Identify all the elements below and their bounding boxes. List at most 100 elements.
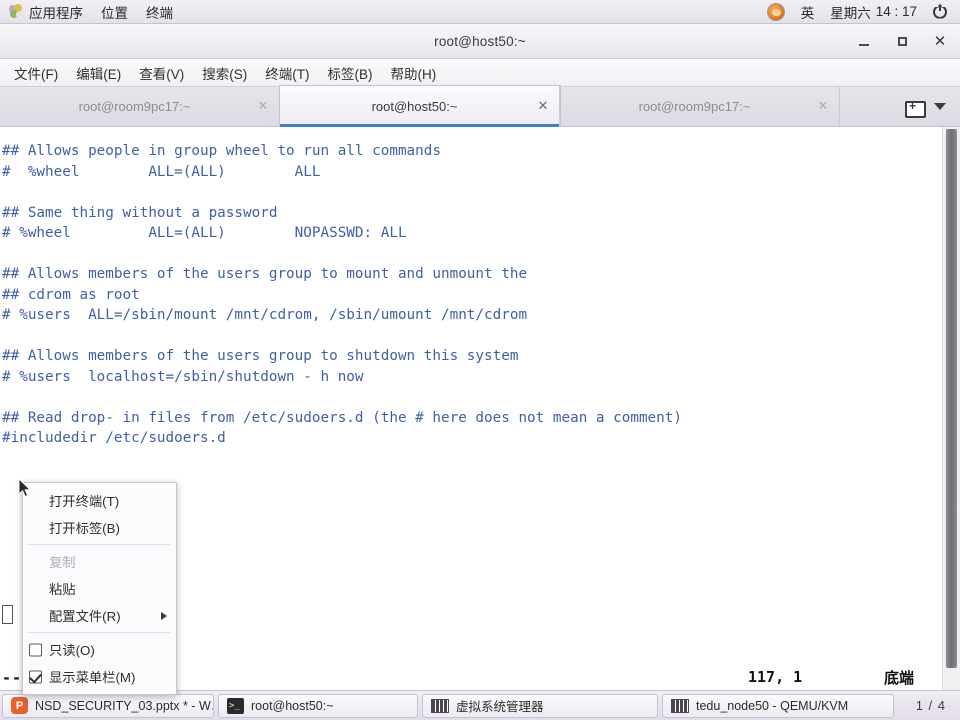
maximize-button[interactable] [888,29,916,53]
context-menu-item-profiles[interactable]: 配置文件(R) [23,602,176,629]
checkbox-checked-icon[interactable] [29,670,42,683]
context-menu-item-open-terminal[interactable]: 打开终端(T) [23,487,176,514]
vm-manager-icon [431,698,449,713]
menu-help-label: 帮助(H) [390,66,437,82]
menu-search-label: 搜索(S) [202,66,248,82]
context-menu-item-label: 只读(O) [49,643,95,658]
tab-bar: root@room9pc17:~ ✕ root@host50:~ ✕ root@… [0,86,960,127]
menu-file-label: 文件(F) [14,66,59,82]
menu-edit-label: 编辑(E) [76,66,122,82]
taskbar-item-label: 虚拟系统管理器 [456,700,544,714]
terminal-context-menu: 打开终端(T) 打开标签(B) 复制 粘贴 配置文件(R) 只读(O) 显示菜单… [22,482,177,695]
powerpoint-icon: P [11,697,28,714]
clock[interactable]: 星期六 14 : 17 [823,0,924,23]
menu-help[interactable]: 帮助(H) [383,60,445,86]
context-menu-item-open-tab[interactable]: 打开标签(B) [23,514,176,541]
terminal-line: # %users localhost=/sbin/shutdown - h no… [2,368,364,385]
tab-label: root@room9pc17:~ [78,98,191,114]
context-menu-item-label: 配置文件(R) [49,609,121,624]
firefox-icon [766,2,785,21]
taskbar-item-label: tedu_node50 - QEMU/KVM [696,698,849,713]
menu-terminal[interactable]: 终端(T) [257,60,317,86]
terminal-line: ## Same thing without a password [2,204,278,221]
context-menu-item-label: 打开终端(T) [49,494,120,509]
mouse-cursor-icon [19,479,32,497]
terminal-menu-label: 终端 [146,5,173,21]
clock-time: 14 : 17 [875,4,917,19]
terminal-line: ## Allows members of the users group to … [2,348,519,364]
vim-scroll-state: 底端 [884,668,915,687]
taskbar-item-vm-manager[interactable]: 虚拟系统管理器 [422,693,658,718]
menu-tabs-label: 标签(B) [327,66,373,82]
input-method-indicator[interactable]: 英 [794,0,822,23]
context-menu-item-read-only[interactable]: 只读(O) [23,636,176,663]
context-menu-item-label: 粘贴 [49,582,76,597]
minimize-button[interactable] [850,29,878,53]
terminal-line: # %users ALL=/sbin/mount /mnt/cdrom, /sb… [2,307,528,323]
chevron-down-icon[interactable] [934,102,946,110]
tab-close-icon[interactable]: ✕ [531,98,555,114]
menu-view-label: 查看(V) [139,66,185,82]
window-titlebar[interactable]: root@host50:~ ✕ [0,24,960,59]
vm-manager-icon [671,698,689,713]
maximize-icon [897,36,907,46]
context-menu-item-show-menubar[interactable]: 显示菜单栏(M) [23,663,176,690]
terminal-menu[interactable]: 终端 [137,0,182,23]
close-button[interactable]: ✕ [926,29,954,53]
terminal-line: ## Read drop- in files from /etc/sudoers… [2,409,682,426]
taskbar-item-powerpoint[interactable]: P NSD_SECURITY_03.pptx * - W… [2,693,214,718]
terminal-line: # %wheel ALL=(ALL) NOPASSWD: ALL [2,225,407,241]
window-title: root@host50:~ [434,33,526,49]
terminal-line: # %wheel ALL=(ALL) ALL [2,163,321,180]
terminal-scrollbar[interactable] [942,127,960,690]
tab-label: root@room9pc17:~ [638,98,751,114]
terminal-icon [227,697,244,714]
tab-label: root@host50:~ [371,98,458,114]
tab-host50[interactable]: root@host50:~ ✕ [280,86,560,127]
taskbar-item-qemu-kvm[interactable]: tedu_node50 - QEMU/KVM [662,693,894,718]
tab-bar-controls [891,86,960,126]
menu-file[interactable]: 文件(F) [6,60,66,86]
terminal-line: ## Allows members of the users group to … [2,266,528,282]
taskbar-item-label: root@host50:~ [251,698,334,713]
terminal-line: ## Allows people in group wheel to run a… [2,143,441,159]
context-menu-item-label: 打开标签(B) [49,521,120,536]
firefox-launcher[interactable] [760,0,792,23]
tab-close-icon[interactable]: ✕ [811,98,835,114]
tab-room9pc17-1[interactable]: root@room9pc17:~ ✕ [0,86,280,126]
gnome-top-panel: 应用程序 位置 终端 英 星期六 14 : 17 [0,0,960,24]
terminal-cursor [2,605,13,624]
vim-cursor-position: 117, 1 [748,668,803,686]
context-menu-item-paste[interactable]: 粘贴 [23,575,176,602]
taskbar-item-terminal[interactable]: root@host50:~ [218,693,418,718]
taskbar-item-label: NSD_SECURITY_03.pptx * - W… [35,698,214,713]
context-menu-item-label: 显示菜单栏(M) [49,670,136,685]
tab-close-icon[interactable]: ✕ [251,98,275,114]
scrollbar-thumb[interactable] [946,129,957,668]
applications-icon [9,4,24,19]
places-menu-label: 位置 [101,5,128,21]
submenu-arrow-icon [161,611,167,620]
terminal-line: #includedir /etc/sudoers.d [2,430,226,446]
input-method-label: 英 [800,5,815,21]
menu-view[interactable]: 查看(V) [131,60,192,86]
power-menu[interactable] [926,0,954,23]
close-icon: ✕ [933,32,947,50]
menu-search[interactable]: 搜索(S) [194,60,255,86]
context-menu-separator [29,544,170,545]
panel-right-group: 英 星期六 14 : 17 [760,0,960,23]
applications-menu[interactable]: 应用程序 [0,0,92,23]
places-menu[interactable]: 位置 [92,0,137,23]
menu-edit[interactable]: 编辑(E) [68,60,129,86]
context-menu-item-label: 复制 [49,555,76,570]
checkbox-unchecked-icon[interactable] [29,643,42,656]
new-tab-icon[interactable] [905,98,926,118]
menubar: 文件(F) 编辑(E) 查看(V) 搜索(S) 终端(T) 标签(B) 帮助(H… [0,59,960,87]
menu-tabs[interactable]: 标签(B) [320,60,381,86]
workspace-indicator[interactable]: 1 / 4 [902,698,960,713]
clock-day: 星期六 [830,5,871,21]
tab-room9pc17-2[interactable]: root@room9pc17:~ ✕ [560,86,840,126]
